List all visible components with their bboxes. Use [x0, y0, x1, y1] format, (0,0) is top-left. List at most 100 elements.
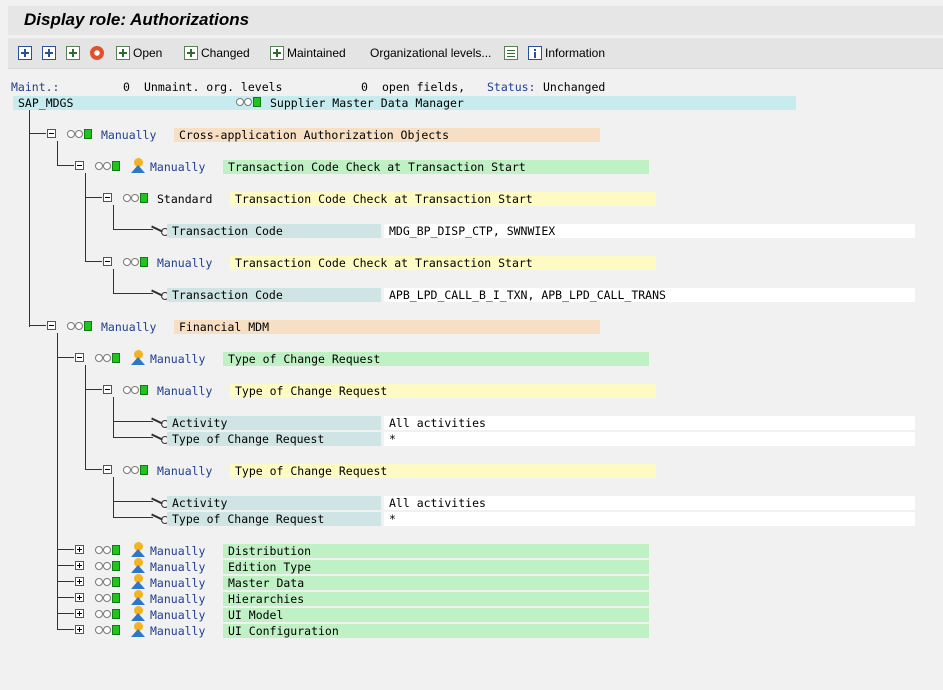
tree-line — [113, 205, 114, 230]
node-mode[interactable]: Manually — [157, 384, 212, 398]
collapse-node-toggle[interactable] — [103, 465, 112, 474]
field-name: Activity — [167, 496, 381, 510]
tree-line — [113, 229, 153, 230]
tree-line — [85, 365, 86, 470]
auth-object-title: Edition Type — [223, 560, 649, 574]
tree-line — [57, 141, 58, 166]
tree-line — [57, 613, 74, 614]
tree-line — [113, 293, 153, 294]
expand-node-toggle[interactable] — [75, 593, 84, 602]
status-lights-icon — [95, 161, 121, 172]
open-icon — [116, 46, 130, 60]
mountain-icon[interactable] — [131, 542, 146, 557]
node-mode[interactable]: Manually — [101, 320, 156, 334]
status-lights-icon — [67, 321, 93, 332]
expand-node-toggle[interactable] — [75, 625, 84, 634]
help-button[interactable] — [90, 44, 107, 62]
node-mode[interactable]: Manually — [157, 464, 212, 478]
status-lights-icon — [95, 577, 121, 588]
tree-line — [57, 165, 74, 166]
tree-line — [85, 173, 86, 262]
field-value[interactable]: All activities — [384, 416, 915, 430]
authorization-title: Type of Change Request — [230, 384, 656, 398]
org-levels-button[interactable]: Organizational levels... — [370, 44, 491, 62]
object-class-title: Cross-application Authorization Objects — [174, 128, 600, 142]
field-name: Activity — [167, 416, 381, 430]
mountain-icon[interactable] — [131, 350, 146, 365]
status-lights-icon — [95, 353, 121, 364]
node-mode[interactable]: Manually — [150, 352, 205, 366]
status-lights-icon — [95, 593, 121, 604]
field-value[interactable]: APB_LPD_CALL_B_I_TXN, APB_LPD_CALL_TRANS — [384, 288, 915, 302]
mountain-icon[interactable] — [131, 590, 146, 605]
auth-object-title: Hierarchies — [223, 592, 649, 606]
open-label: Open — [133, 46, 163, 60]
collapse-node-toggle[interactable] — [103, 385, 112, 394]
changed-label: Changed — [201, 46, 250, 60]
maintained-button[interactable]: Maintained — [270, 44, 346, 62]
field-value[interactable]: * — [384, 432, 915, 446]
field-name: Type of Change Request — [167, 512, 381, 526]
object-class-title: Financial MDM — [174, 320, 600, 334]
information-button[interactable]: Information — [528, 44, 605, 62]
collapse-node-toggle[interactable] — [47, 321, 56, 330]
node-mode[interactable]: Manually — [101, 128, 156, 142]
status-label: Status: — [487, 80, 536, 94]
changed-button[interactable]: Changed — [184, 44, 250, 62]
field-value[interactable]: All activities — [384, 496, 915, 510]
tree-line — [113, 437, 153, 438]
expand-all-button[interactable] — [18, 44, 35, 62]
field-name: Transaction Code — [167, 224, 381, 238]
status-lights-icon — [236, 97, 262, 108]
collapse-node-toggle[interactable] — [75, 161, 84, 170]
status-lights-icon — [123, 465, 149, 476]
expand-node-toggle[interactable] — [75, 545, 84, 554]
mountain-icon[interactable] — [131, 606, 146, 621]
authorization-title: Transaction Code Check at Transaction St… — [230, 256, 656, 270]
open-fields-count: 0 — [361, 80, 368, 94]
node-mode[interactable]: Manually — [150, 160, 205, 174]
node-mode[interactable]: Standard — [157, 192, 212, 206]
field-name: Transaction Code — [167, 288, 381, 302]
page-title: Display role: Authorizations — [24, 10, 250, 29]
node-mode[interactable]: Manually — [150, 560, 205, 574]
expand-node-toggle[interactable] — [75, 561, 84, 570]
collapse-node-toggle[interactable] — [103, 193, 112, 202]
lifebuoy-icon — [90, 46, 104, 60]
tree-line — [113, 397, 114, 438]
expand-node-toggle[interactable] — [75, 577, 84, 586]
field-value[interactable]: * — [384, 512, 915, 526]
mountain-icon[interactable] — [131, 158, 146, 173]
collapse-node-toggle[interactable] — [47, 129, 56, 138]
node-mode[interactable]: Manually — [150, 544, 205, 558]
tree-line — [85, 389, 102, 390]
tree-line — [57, 333, 58, 629]
node-mode[interactable]: Manually — [150, 592, 205, 606]
tree-line — [113, 501, 153, 502]
expand-node-toggle[interactable] — [75, 609, 84, 618]
mountain-icon[interactable] — [131, 574, 146, 589]
status-value: Unchanged — [543, 80, 606, 94]
list-button[interactable] — [504, 44, 521, 62]
field-value[interactable]: MDG_BP_DISP_CTP, SWNWIEX — [384, 224, 915, 238]
mountain-icon[interactable] — [131, 622, 146, 637]
mountain-icon[interactable] — [131, 558, 146, 573]
collapse-all-icon — [42, 46, 56, 60]
open-button[interactable]: Open — [116, 44, 162, 62]
open-fields-label: open fields, — [382, 80, 466, 94]
collapse-node-toggle[interactable] — [103, 257, 112, 266]
collapse-node-toggle[interactable] — [75, 353, 84, 362]
collapse-all-button[interactable] — [42, 44, 59, 62]
status-lights-icon — [95, 625, 121, 636]
tree-line — [57, 549, 74, 550]
node-mode[interactable]: Manually — [150, 576, 205, 590]
node-mode[interactable]: Manually — [150, 608, 205, 622]
node-mode[interactable]: Manually — [150, 624, 205, 638]
tree-line — [113, 517, 153, 518]
authorization-title: Type of Change Request — [230, 464, 656, 478]
expand-subtree-button[interactable] — [66, 44, 83, 62]
field-name: Type of Change Request — [167, 432, 381, 446]
tree-line — [85, 261, 102, 262]
title-bar: Display role: Authorizations — [8, 6, 943, 35]
node-mode[interactable]: Manually — [157, 256, 212, 270]
